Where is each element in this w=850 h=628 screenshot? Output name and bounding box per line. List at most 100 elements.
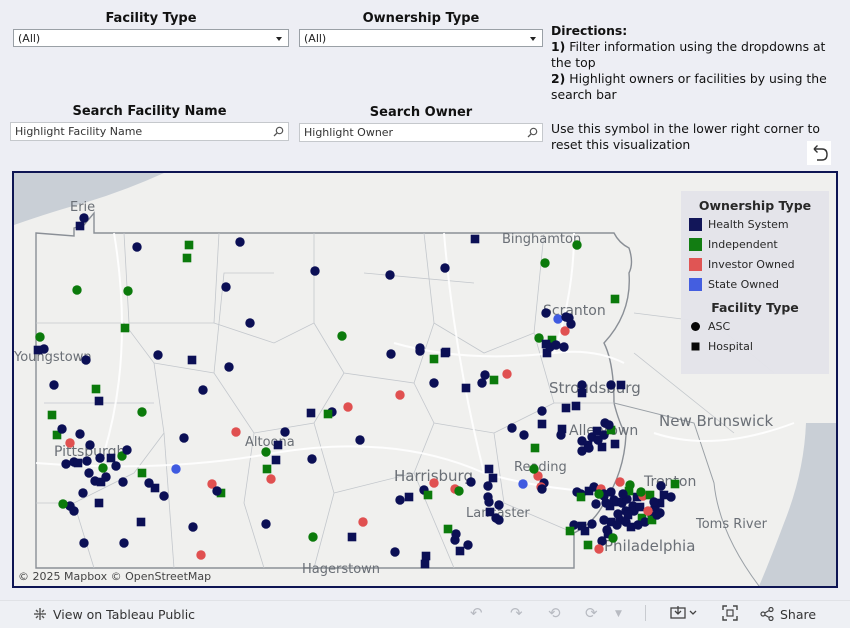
asc-marker-health-system[interactable]: [307, 454, 317, 464]
hospital-marker-health-system[interactable]: [484, 464, 494, 474]
hospital-marker-health-system[interactable]: [94, 396, 104, 406]
asc-marker-health-system[interactable]: [153, 350, 163, 360]
asc-marker-health-system[interactable]: [61, 459, 71, 469]
asc-marker-independent[interactable]: [529, 464, 539, 474]
asc-marker-health-system[interactable]: [84, 468, 94, 478]
asc-marker-health-system[interactable]: [451, 529, 461, 539]
asc-marker-investor-owned[interactable]: [196, 550, 206, 560]
asc-marker-health-system[interactable]: [559, 342, 569, 352]
search-owner-input[interactable]: Highlight Owner: [299, 123, 543, 142]
hospital-marker-independent[interactable]: [182, 253, 192, 263]
asc-marker-health-system[interactable]: [118, 477, 128, 487]
asc-marker-health-system[interactable]: [561, 312, 571, 322]
asc-marker-health-system[interactable]: [245, 318, 255, 328]
asc-marker-health-system[interactable]: [519, 430, 529, 440]
asc-marker-health-system[interactable]: [577, 380, 587, 390]
hospital-marker-independent[interactable]: [583, 540, 593, 550]
hospital-marker-health-system[interactable]: [404, 492, 414, 502]
asc-marker-health-system[interactable]: [122, 445, 132, 455]
asc-marker-investor-owned[interactable]: [643, 506, 653, 516]
asc-marker-independent[interactable]: [98, 463, 108, 473]
hospital-marker-health-system[interactable]: [537, 419, 547, 429]
asc-marker-health-system[interactable]: [101, 472, 111, 482]
asc-marker-health-system[interactable]: [79, 538, 89, 548]
asc-marker-health-system[interactable]: [79, 213, 89, 223]
asc-marker-health-system[interactable]: [537, 406, 547, 416]
asc-marker-independent[interactable]: [337, 331, 347, 341]
hospital-marker-health-system[interactable]: [488, 473, 498, 483]
asc-marker-health-system[interactable]: [483, 481, 493, 491]
asc-marker-health-system[interactable]: [235, 237, 245, 247]
asc-marker-state-owned[interactable]: [171, 464, 181, 474]
hospital-marker-independent[interactable]: [323, 409, 333, 419]
hospital-marker-health-system[interactable]: [610, 439, 620, 449]
hospital-marker-health-system[interactable]: [150, 483, 160, 493]
hospital-marker-health-system[interactable]: [273, 440, 283, 450]
asc-marker-health-system[interactable]: [85, 440, 95, 450]
legend-item-independent[interactable]: Independent: [681, 234, 829, 254]
asc-marker-independent[interactable]: [123, 286, 133, 296]
facility-type-dropdown[interactable]: (All): [13, 29, 289, 47]
asc-marker-investor-owned[interactable]: [266, 474, 276, 484]
asc-marker-health-system[interactable]: [221, 282, 231, 292]
asc-marker-health-system[interactable]: [159, 491, 169, 501]
asc-marker-health-system[interactable]: [386, 349, 396, 359]
asc-marker-health-system[interactable]: [224, 362, 234, 372]
asc-marker-health-system[interactable]: [78, 488, 88, 498]
hospital-marker-health-system[interactable]: [455, 546, 465, 556]
undo-icon[interactable]: ↶: [470, 604, 483, 622]
hospital-marker-health-system[interactable]: [421, 551, 431, 561]
revert-icon[interactable]: ⟲: [548, 604, 561, 622]
asc-marker-health-system[interactable]: [604, 420, 614, 430]
asc-marker-health-system[interactable]: [111, 461, 121, 471]
asc-marker-health-system[interactable]: [655, 508, 665, 518]
asc-marker-health-system[interactable]: [390, 547, 400, 557]
share-button[interactable]: Share: [760, 606, 816, 622]
asc-marker-health-system[interactable]: [649, 497, 659, 507]
asc-marker-health-system[interactable]: [477, 378, 487, 388]
asc-marker-health-system[interactable]: [507, 423, 517, 433]
legend-item-asc[interactable]: ASC: [681, 316, 829, 336]
asc-marker-health-system[interactable]: [429, 378, 439, 388]
asc-marker-health-system[interactable]: [440, 263, 450, 273]
download-button[interactable]: [670, 605, 698, 624]
asc-marker-health-system[interactable]: [463, 540, 473, 550]
asc-marker-health-system[interactable]: [612, 520, 622, 530]
asc-marker-health-system[interactable]: [483, 492, 493, 502]
hospital-marker-health-system[interactable]: [73, 458, 83, 468]
asc-marker-independent[interactable]: [572, 240, 582, 250]
hospital-marker-health-system[interactable]: [597, 442, 607, 452]
asc-marker-independent[interactable]: [608, 533, 618, 543]
hospital-marker-health-system[interactable]: [470, 234, 480, 244]
asc-marker-health-system[interactable]: [179, 433, 189, 443]
hospital-marker-independent[interactable]: [670, 479, 680, 489]
asc-marker-independent[interactable]: [72, 285, 82, 295]
asc-marker-health-system[interactable]: [261, 519, 271, 529]
hospital-marker-health-system[interactable]: [94, 498, 104, 508]
asc-marker-investor-owned[interactable]: [429, 478, 439, 488]
legend-item-state-owned[interactable]: State Owned: [681, 274, 829, 294]
asc-marker-health-system[interactable]: [480, 370, 490, 380]
asc-marker-health-system[interactable]: [584, 443, 594, 453]
redo-icon[interactable]: ↷: [510, 604, 523, 622]
asc-marker-independent[interactable]: [137, 407, 147, 417]
hospital-marker-health-system[interactable]: [577, 388, 587, 398]
hospital-marker-independent[interactable]: [262, 464, 272, 474]
asc-marker-state-owned[interactable]: [518, 479, 528, 489]
hospital-marker-health-system[interactable]: [580, 526, 590, 536]
asc-marker-health-system[interactable]: [606, 380, 616, 390]
asc-marker-health-system[interactable]: [606, 487, 616, 497]
hospital-marker-independent[interactable]: [429, 354, 439, 364]
hospital-marker-health-system[interactable]: [187, 355, 197, 365]
hospital-marker-health-system[interactable]: [571, 401, 581, 411]
hospital-marker-health-system[interactable]: [441, 347, 451, 357]
asc-marker-health-system[interactable]: [212, 486, 222, 496]
asc-marker-health-system[interactable]: [537, 484, 547, 494]
asc-marker-investor-owned[interactable]: [594, 544, 604, 554]
hospital-marker-health-system[interactable]: [561, 403, 571, 413]
asc-marker-health-system[interactable]: [57, 424, 67, 434]
asc-marker-health-system[interactable]: [556, 430, 566, 440]
search-facility-input[interactable]: Highlight Facility Name: [10, 122, 289, 141]
asc-marker-independent[interactable]: [261, 447, 271, 457]
asc-marker-investor-owned[interactable]: [343, 402, 353, 412]
